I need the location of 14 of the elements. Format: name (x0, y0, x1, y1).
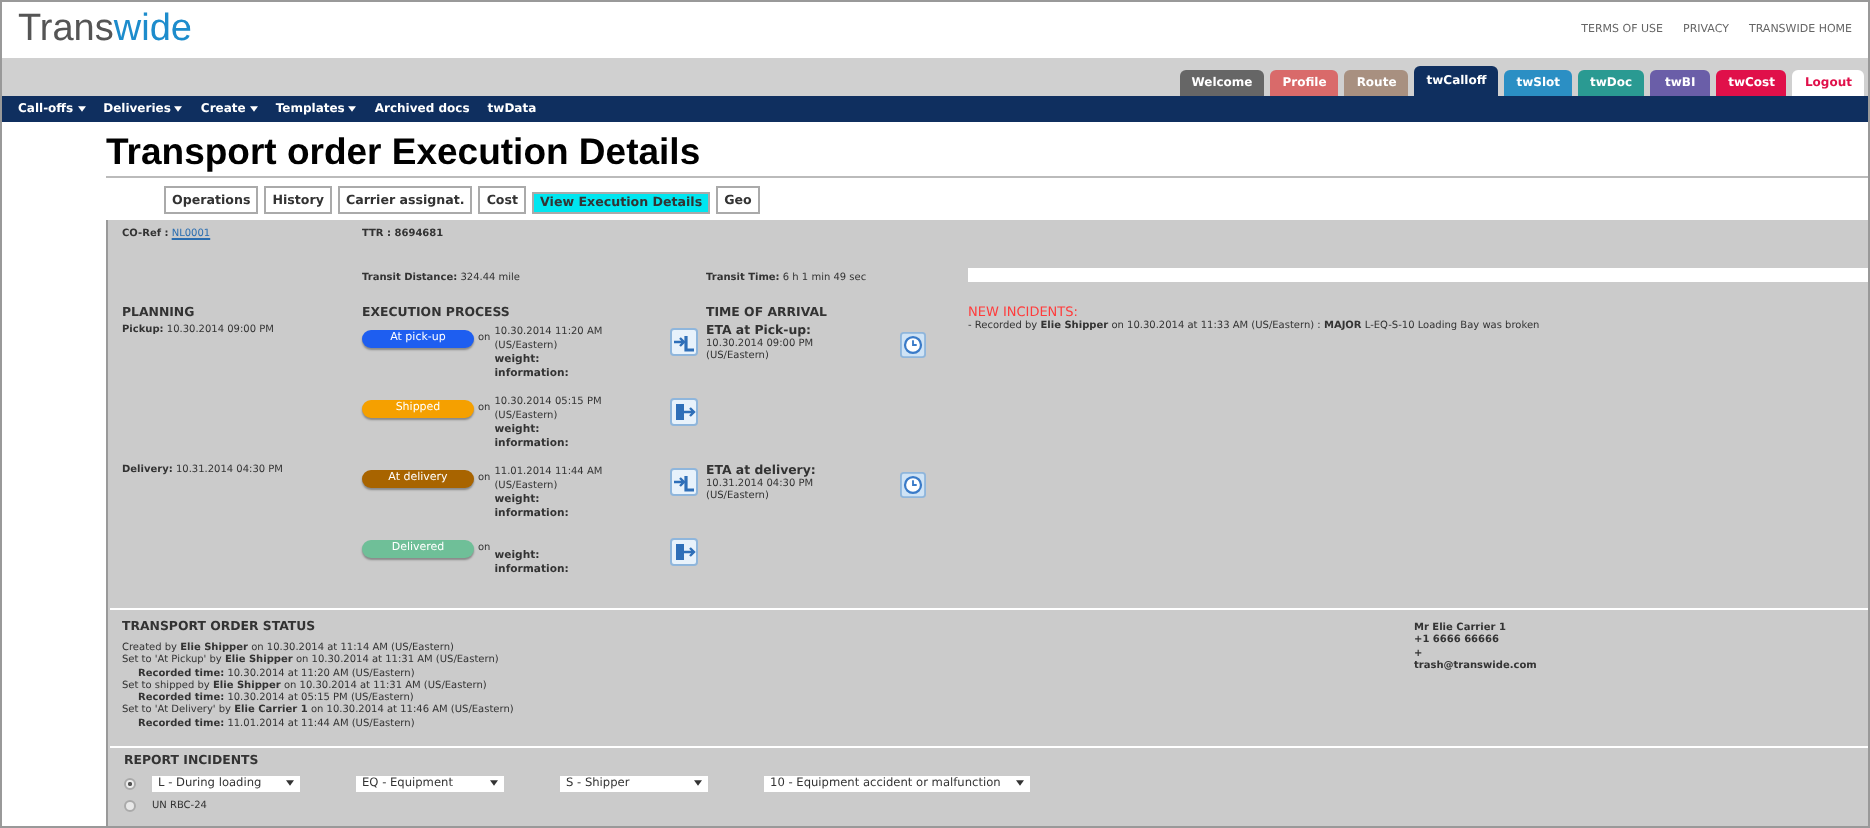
clock-icon[interactable] (900, 472, 926, 498)
transwide-logo: Transwide (18, 8, 192, 52)
arrow-into-box-icon[interactable] (670, 328, 699, 356)
page-title: Transport order Execution Details (106, 130, 1868, 178)
dropdown-arrow-icon (490, 780, 498, 786)
radio-button[interactable] (124, 777, 136, 789)
dropdown-arrow-icon (694, 780, 702, 786)
arrow-out-box-icon[interactable] (670, 538, 699, 566)
clock-icon[interactable] (900, 332, 926, 358)
dropdown-arrow-icon (286, 780, 294, 786)
arrow-out-box-icon[interactable] (670, 398, 699, 426)
radio-button[interactable] (124, 799, 136, 811)
arrow-into-box-icon[interactable] (670, 468, 699, 496)
dropdown-arrow-icon (1016, 780, 1025, 786)
